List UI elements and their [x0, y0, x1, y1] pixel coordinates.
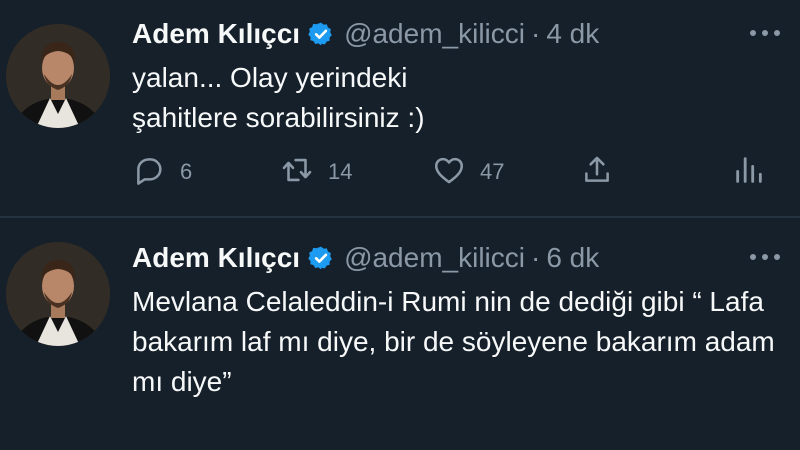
avatar[interactable] — [6, 24, 110, 128]
analytics-icon — [732, 153, 766, 192]
separator-dot: · — [530, 18, 541, 49]
author-name[interactable]: Adem Kılıçcı — [132, 18, 300, 50]
more-options-icon[interactable] — [748, 26, 782, 40]
tweet[interactable]: Adem Kılıçcı @adem_kilicci · 6 dk Mevlan… — [0, 218, 800, 450]
tweet-header: Adem Kılıçcı @adem_kilicci · 4 dk — [132, 14, 599, 54]
more-options-icon[interactable] — [748, 250, 782, 264]
reply-count: 6 — [180, 159, 193, 184]
like-button[interactable]: 47 — [432, 148, 504, 196]
verified-badge-icon — [308, 245, 334, 271]
like-count: 47 — [480, 159, 505, 184]
tweet-text: Mevlana Celaleddin-i Rumi nin de dediği … — [132, 286, 775, 397]
tweet-actions: 6 14 47 — [132, 148, 772, 196]
timestamp[interactable]: 6 dk — [546, 242, 599, 274]
heart-icon — [432, 153, 466, 192]
share-button[interactable] — [580, 148, 614, 196]
retweet-button[interactable]: 14 — [280, 148, 352, 196]
share-icon — [580, 153, 614, 192]
tweet-header: Adem Kılıçcı @adem_kilicci · 6 dk — [132, 238, 599, 278]
reply-button[interactable]: 6 — [132, 148, 192, 196]
verified-badge-icon — [308, 21, 334, 47]
retweet-count: 14 — [328, 159, 353, 184]
retweet-icon — [280, 153, 314, 192]
analytics-button[interactable] — [732, 148, 766, 196]
reply-icon — [132, 153, 166, 192]
timestamp[interactable]: 4 dk — [546, 18, 599, 50]
separator-dot: · — [530, 242, 541, 273]
tweet[interactable]: Adem Kılıçcı @adem_kilicci · 4 dk yalan.… — [0, 0, 800, 216]
avatar[interactable] — [6, 242, 110, 346]
author-name[interactable]: Adem Kılıçcı — [132, 242, 300, 274]
tweet-text: yalan... Olay yerindeki şahitlere sorabi… — [132, 62, 425, 133]
author-handle[interactable]: @adem_kilicci — [344, 242, 525, 274]
author-handle[interactable]: @adem_kilicci — [344, 18, 525, 50]
